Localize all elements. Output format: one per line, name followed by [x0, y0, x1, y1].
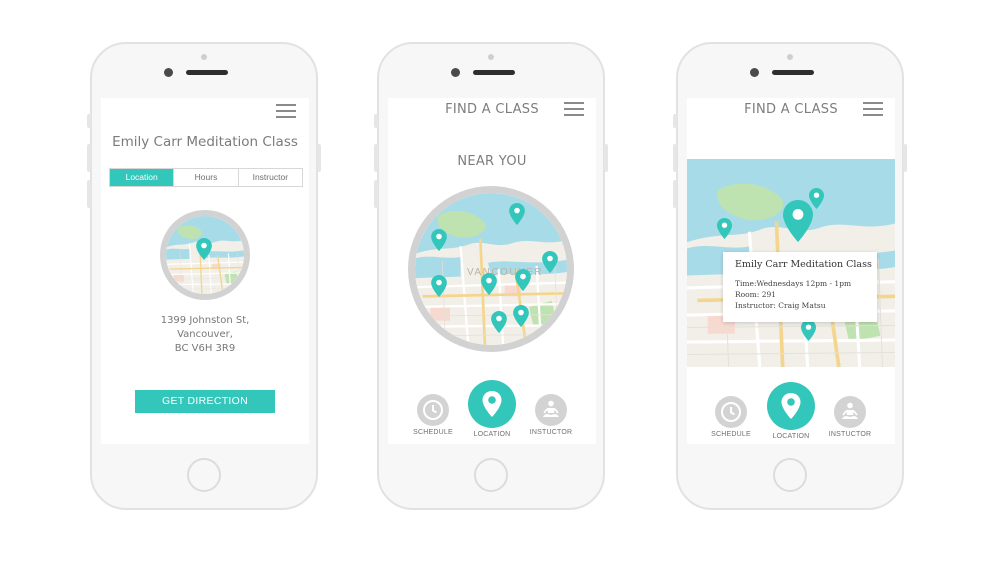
front-camera — [451, 68, 460, 77]
phone-side-button — [87, 180, 91, 208]
home-button[interactable] — [474, 458, 508, 492]
map-pin-icon[interactable] — [809, 188, 824, 209]
nav-instructor[interactable]: INSTUCTOR — [825, 396, 875, 438]
phone-sensor — [787, 54, 793, 60]
screen-class-detail: Emily Carr Meditation Class Location Hou… — [101, 98, 309, 444]
nav-schedule[interactable]: SCHEDULE — [706, 396, 756, 438]
address-line-street: 1399 Johnston St, — [160, 315, 250, 326]
map-pin-icon — [196, 238, 212, 260]
bottom-nav: SCHEDULE LOCATION INSTUCTOR — [388, 380, 596, 444]
nav-location-label: LOCATION — [772, 433, 810, 440]
map-pin-icon[interactable] — [491, 311, 507, 333]
map-pin-icon — [767, 382, 815, 430]
meditation-icon — [535, 394, 567, 426]
detail-tabs: Location Hours Instructor — [109, 168, 303, 187]
class-address: 1399 Johnston St, Vancouver, BC V6H 3R9 — [101, 314, 309, 356]
home-button[interactable] — [187, 458, 221, 492]
class-title: Emily Carr Meditation Class — [112, 134, 298, 150]
nav-schedule-label: SCHEDULE — [413, 429, 453, 436]
nearby-classes-map[interactable]: VANCOUVER — [408, 186, 574, 352]
screen-class-on-map: FIND A CLASS Emily Carr Meditation Class… — [687, 98, 895, 444]
nav-instructor-label: INSTUCTOR — [529, 429, 573, 436]
hamburger-menu-icon[interactable] — [564, 102, 584, 116]
address-line-city: Vancouver, — [177, 329, 233, 340]
phone-side-button — [903, 144, 907, 172]
location-map-thumbnail[interactable] — [160, 210, 250, 300]
map-pin-icon[interactable] — [431, 275, 447, 297]
get-direction-button[interactable]: GET DIRECTION — [135, 390, 275, 413]
phone-side-button — [673, 114, 677, 128]
phone-side-button — [87, 144, 91, 172]
nav-schedule-label: SCHEDULE — [711, 431, 751, 438]
phone-side-button — [317, 144, 321, 172]
tab-instructor[interactable]: Instructor — [237, 169, 302, 186]
front-camera — [164, 68, 173, 77]
nav-schedule[interactable]: SCHEDULE — [408, 394, 458, 436]
phone-side-button — [604, 144, 608, 172]
nav-location[interactable]: LOCATION — [765, 382, 817, 440]
tab-location[interactable]: Location — [110, 169, 174, 186]
clock-icon — [715, 396, 747, 428]
map-pin-icon[interactable] — [801, 320, 816, 341]
popup-instructor: Instructor: Craig Matsu — [735, 301, 826, 310]
phone-side-button — [673, 144, 677, 172]
nav-location-label: LOCATION — [473, 431, 511, 438]
hamburger-menu-icon[interactable] — [276, 104, 296, 118]
map-pin-icon[interactable] — [717, 218, 732, 239]
phone-speaker — [473, 70, 515, 75]
phone-side-button — [87, 114, 91, 128]
popup-class-title: Emily Carr Meditation Class — [735, 259, 872, 270]
phone-sensor — [488, 54, 494, 60]
map-pin-icon[interactable] — [481, 273, 497, 295]
phone-speaker — [186, 70, 228, 75]
phone-side-button — [374, 144, 378, 172]
map-pin-icon[interactable] — [515, 269, 531, 291]
class-info-popup[interactable]: Emily Carr Meditation Class Time:Wednesd… — [723, 252, 877, 322]
hamburger-menu-icon[interactable] — [863, 102, 883, 116]
screen-near-you: FIND A CLASS NEAR YOU VANCOUVER SCHEDULE — [388, 98, 596, 444]
bottom-nav: SCHEDULE LOCATION INSTUCTOR — [687, 382, 895, 444]
phone-frame-3: FIND A CLASS Emily Carr Meditation Class… — [673, 42, 907, 510]
popup-time: Time:Wednesdays 12pm - 1pm — [735, 279, 852, 288]
meditation-icon — [834, 396, 866, 428]
map-city-label: VANCOUVER — [467, 267, 544, 278]
phone-side-button — [374, 180, 378, 208]
near-you-heading: NEAR YOU — [457, 154, 527, 169]
phone-frame-1: Emily Carr Meditation Class Location Hou… — [87, 42, 321, 510]
nav-instructor[interactable]: INSTUCTOR — [526, 394, 576, 436]
map-pin-icon[interactable] — [431, 229, 447, 251]
map-pin-icon[interactable] — [542, 251, 558, 273]
clock-icon — [417, 394, 449, 426]
nav-location[interactable]: LOCATION — [466, 380, 518, 438]
home-button[interactable] — [773, 458, 807, 492]
map-pin-icon[interactable] — [513, 305, 529, 327]
phone-side-button — [374, 114, 378, 128]
phone-sensor — [201, 54, 207, 60]
front-camera — [750, 68, 759, 77]
address-line-postal: BC V6H 3R9 — [174, 343, 236, 354]
phone-frame-2: FIND A CLASS NEAR YOU VANCOUVER SCHEDULE — [374, 42, 608, 510]
popup-room: Room: 291 — [735, 290, 777, 299]
phone-side-button — [673, 180, 677, 208]
map-pin-icon — [468, 380, 516, 428]
map-pin-icon[interactable] — [509, 203, 525, 225]
phone-speaker — [772, 70, 814, 75]
tab-hours[interactable]: Hours — [173, 169, 237, 186]
nav-instructor-label: INSTUCTOR — [828, 431, 872, 438]
